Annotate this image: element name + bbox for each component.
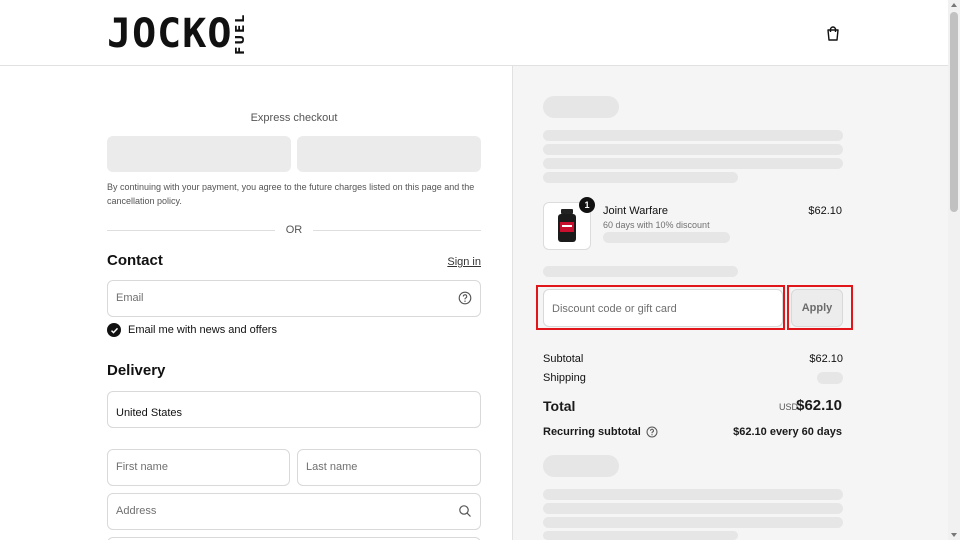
email-field[interactable]: Email	[107, 280, 481, 317]
product-price: $62.10	[808, 205, 842, 217]
checkout-form: Express checkout By continuing with your…	[0, 66, 512, 540]
first-name-placeholder: First name	[116, 461, 168, 473]
subtotal-label: Subtotal	[543, 353, 584, 365]
skeleton-line	[543, 503, 843, 514]
subtotal-row: Subtotal $62.10	[543, 353, 843, 365]
logo-sub-text: FUEL	[233, 13, 248, 55]
discount-placeholder: Discount code or gift card	[552, 303, 677, 315]
express-checkout-title: Express checkout	[250, 112, 338, 124]
or-divider: OR	[107, 224, 481, 236]
checkmark-icon	[110, 327, 118, 334]
product-subtitle: 60 days with 10% discount	[603, 220, 710, 230]
last-name-field[interactable]: Last name	[297, 449, 481, 486]
payment-terms: By continuing with your payment, you agr…	[107, 182, 475, 206]
skeleton-line	[543, 489, 843, 500]
contact-heading: Contact	[107, 252, 163, 269]
question-circle-icon[interactable]	[458, 291, 472, 305]
delivery-heading: Delivery	[107, 362, 166, 379]
scroll-thumb[interactable]	[950, 12, 958, 212]
skeleton-line	[543, 144, 843, 155]
subtotal-value: $62.10	[809, 353, 843, 365]
checkout-page: JOCKO FUEL Express checkout By continuin…	[0, 0, 960, 540]
skeleton-heading	[543, 455, 619, 477]
question-circle-icon[interactable]	[646, 426, 658, 438]
skeleton-line	[543, 266, 738, 277]
country-value: United States	[116, 407, 183, 419]
jocko-fuel-logo[interactable]: JOCKO FUEL	[107, 10, 248, 57]
express-pay-button-1[interactable]	[107, 136, 291, 172]
total-value: $62.10	[796, 397, 842, 414]
email-placeholder: Email	[116, 292, 144, 304]
newsletter-checkbox[interactable]	[107, 323, 121, 337]
skeleton-heading	[543, 96, 619, 118]
skeleton-line	[543, 531, 738, 540]
recurring-subtotal-label: Recurring subtotal	[543, 426, 658, 438]
skeleton-line	[543, 158, 843, 169]
last-name-placeholder: Last name	[306, 461, 358, 473]
logo-main-text: JOCKO	[107, 10, 233, 57]
skeleton-line	[543, 130, 843, 141]
order-summary: 1 Joint Warfare 60 days with 10% discoun…	[512, 66, 948, 540]
header: JOCKO FUEL	[0, 0, 948, 66]
address-placeholder: Address	[116, 505, 157, 517]
skeleton-line	[543, 172, 738, 183]
address-field[interactable]: Address	[107, 493, 481, 530]
supplement-bottle-icon	[558, 209, 576, 242]
express-pay-button-2[interactable]	[297, 136, 481, 172]
newsletter-label: Email me with news and offers	[128, 324, 277, 336]
country-select[interactable]: United States	[107, 391, 481, 428]
product-name: Joint Warfare	[603, 205, 669, 217]
scroll-down-arrow[interactable]	[951, 533, 957, 537]
quantity-badge: 1	[579, 197, 595, 213]
recurring-label-text: Recurring subtotal	[543, 426, 641, 438]
recurring-subtotal-value: $62.10 every 60 days	[733, 426, 842, 438]
discount-code-input[interactable]: Discount code or gift card	[543, 289, 783, 327]
or-text: OR	[285, 224, 303, 236]
apply-discount-button[interactable]: Apply	[791, 289, 843, 327]
newsletter-checkbox-row[interactable]: Email me with news and offers	[107, 323, 277, 337]
shipping-skeleton	[817, 372, 843, 384]
total-label: Total	[543, 398, 576, 414]
page-scrollbar[interactable]	[948, 0, 960, 540]
cart-button[interactable]	[822, 22, 844, 44]
shopping-bag-icon	[827, 25, 839, 41]
skeleton-line	[543, 517, 843, 528]
shipping-row: Shipping	[543, 372, 843, 384]
first-name-field[interactable]: First name	[107, 449, 290, 486]
search-icon	[459, 505, 471, 517]
shipping-label: Shipping	[543, 372, 586, 384]
sign-in-link[interactable]: Sign in	[447, 256, 481, 268]
skeleton-line	[603, 232, 730, 243]
scroll-up-arrow[interactable]	[951, 3, 957, 7]
